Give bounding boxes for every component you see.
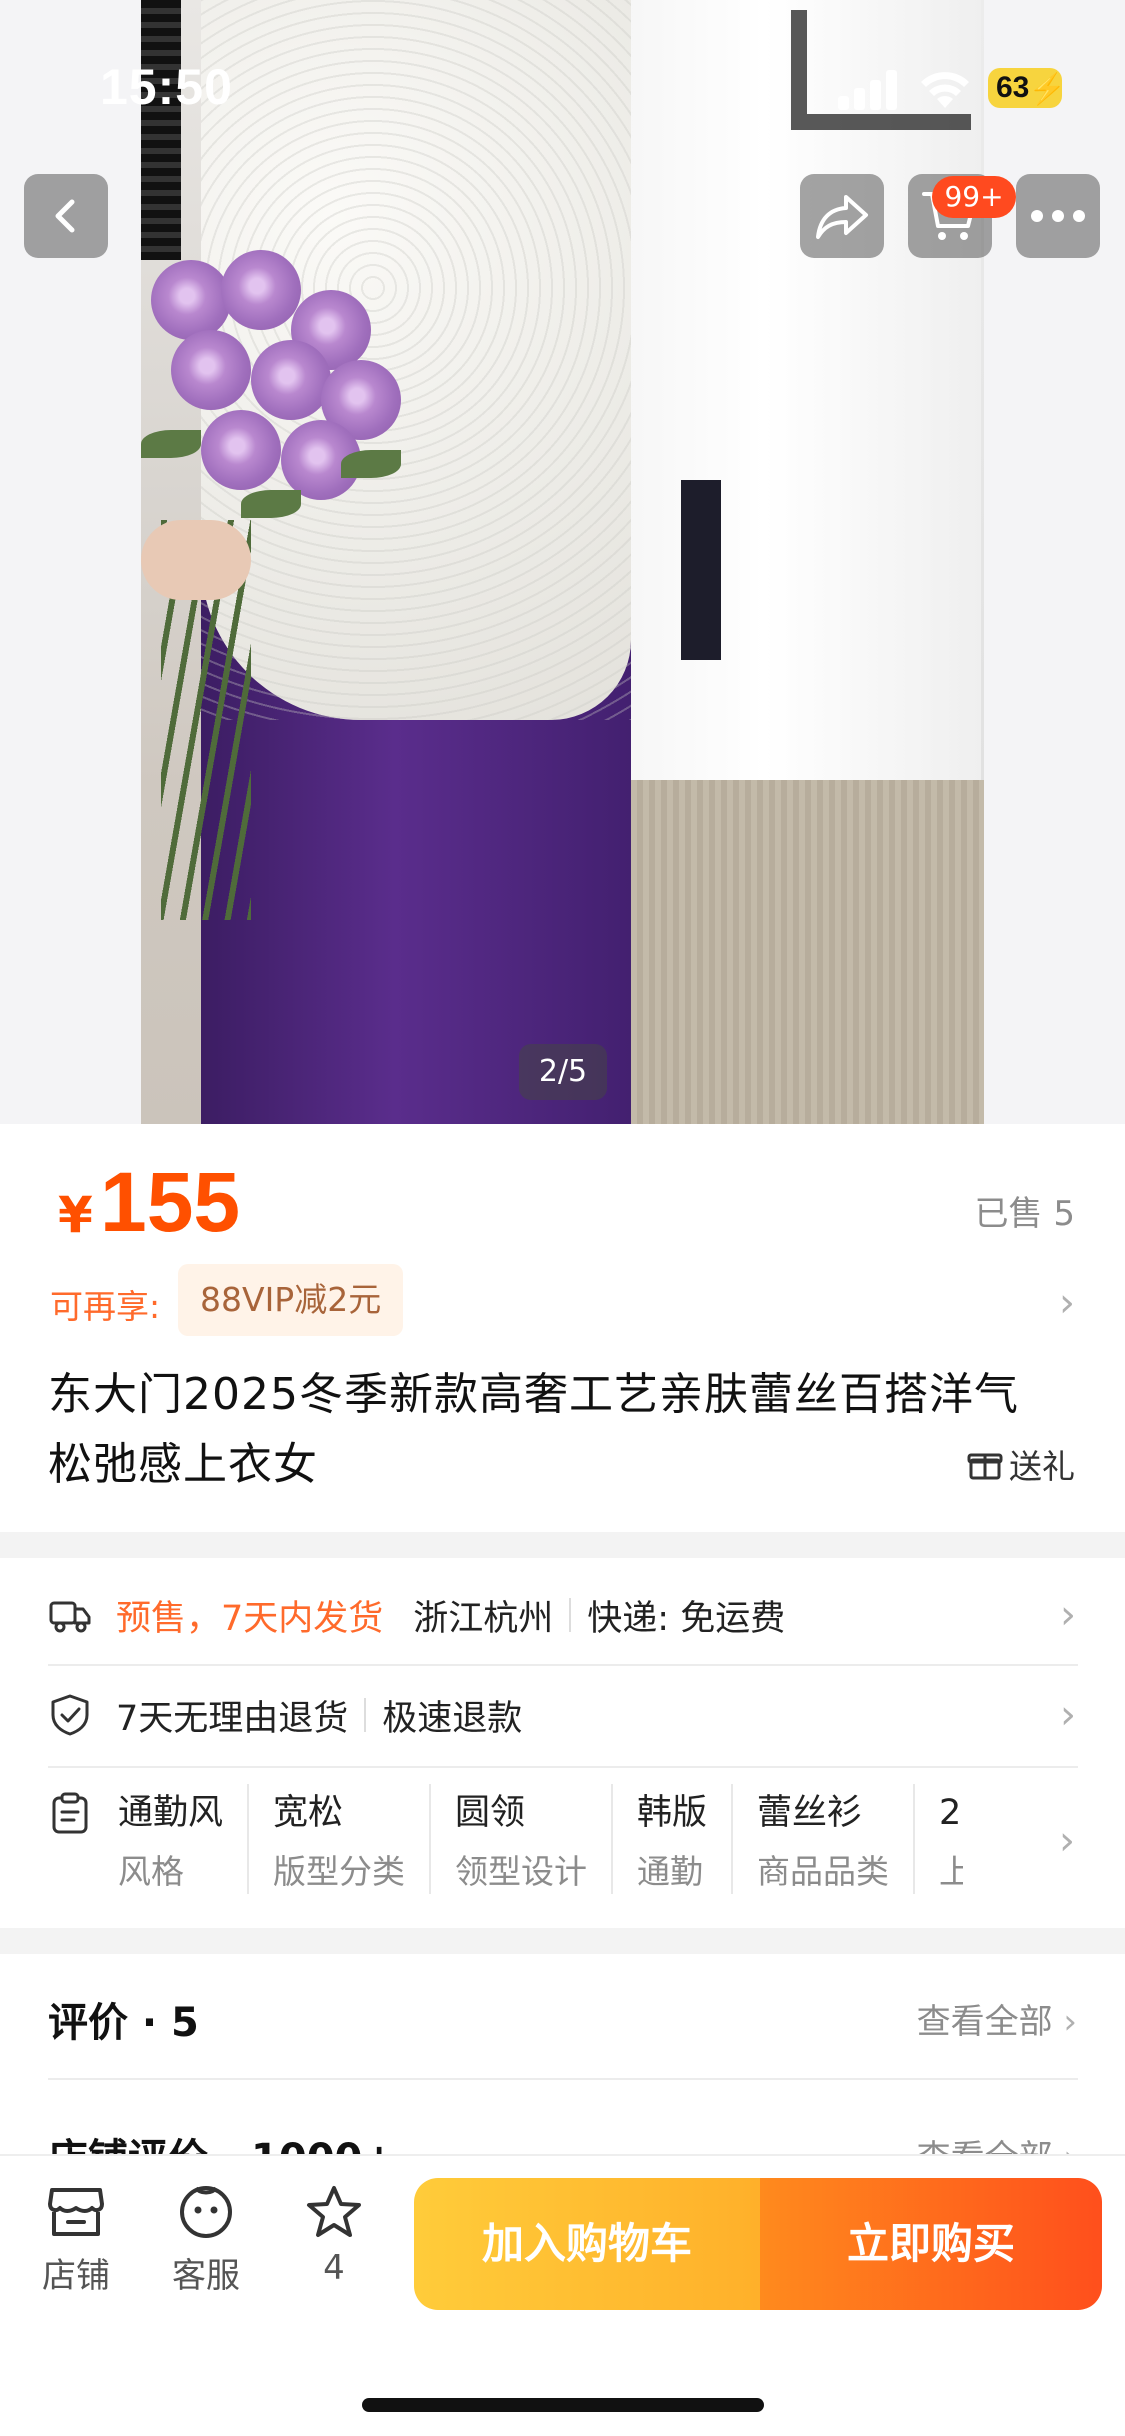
photo-rose-bouquet: [141, 250, 411, 540]
attribute-item: 通勤风 风格: [118, 1784, 250, 1894]
attribute-item: 宽松 版型分类: [273, 1784, 432, 1894]
status-time: 15:50: [100, 59, 233, 115]
battery-indicator: 63 ⚡: [988, 68, 1066, 108]
customer-service-button[interactable]: 客服: [156, 2184, 256, 2297]
product-title: 东大门2025冬季新款高奢工艺亲肤蕾丝百搭洋气松弛感上衣女: [48, 1369, 1019, 1490]
more-dots-icon: [1031, 210, 1085, 222]
attribute-key: 上: [939, 1852, 964, 1891]
attribute-item: 韩版 通勤: [637, 1784, 734, 1894]
add-to-cart-button[interactable]: 加入购物车: [414, 2178, 760, 2310]
store-button[interactable]: 店铺: [26, 2184, 126, 2297]
presale-text: 预售，7天内发货: [116, 1598, 384, 1639]
sold-count: 已售 5: [974, 1194, 1075, 1234]
product-price: 155: [100, 1155, 241, 1249]
favorite-button[interactable]: 4: [284, 2184, 384, 2288]
chevron-right-icon[interactable]: ›: [1059, 1280, 1075, 1326]
product-photo[interactable]: [141, 0, 984, 1124]
chat-face-icon: [180, 2186, 232, 2238]
refund-policy: 极速退款: [382, 1698, 523, 1739]
gift-icon: [967, 1453, 1003, 1480]
attribute-value: 圆领: [455, 1793, 526, 1833]
cart-count-badge: 99+: [932, 176, 1016, 218]
photo-clothing-rack: [621, 0, 981, 900]
shield-check-icon: [51, 1694, 89, 1736]
reviews-card: [0, 1954, 1125, 2154]
attribute-key: 版型分类: [273, 1852, 406, 1891]
charging-bolt-icon: ⚡: [1028, 73, 1066, 106]
attribute-key: 风格: [118, 1852, 184, 1891]
store-label: 店铺: [42, 2256, 110, 2296]
attribute-key: 商品品类: [757, 1852, 890, 1891]
chevron-right-icon[interactable]: ›: [1059, 1818, 1075, 1864]
service-row[interactable]: 7天无理由退货 极速退款 ›: [48, 1690, 1076, 1740]
gift-button[interactable]: 送礼: [967, 1440, 1075, 1488]
service-label: 客服: [172, 2256, 240, 2296]
view-all-reviews-link[interactable]: 查看全部 ›: [917, 1994, 1077, 2043]
ship-location: 浙江杭州: [413, 1598, 554, 1639]
delivery-fee: 快递: 免运费: [587, 1598, 786, 1639]
chevron-right-icon: ›: [1060, 1592, 1076, 1638]
attribute-value: 2: [939, 1793, 962, 1833]
store-icon: [48, 2188, 104, 2236]
divider: [569, 1598, 572, 1632]
chevron-right-icon: ›: [1060, 1692, 1076, 1738]
share-icon: [816, 195, 868, 239]
product-attributes[interactable]: 通勤风 风格 宽松 版型分类 圆领 领型设计 韩版 通勤 蕾丝衫 商品品类 2 …: [118, 1784, 987, 1894]
delivery-truck-icon: [49, 1601, 91, 1633]
vip-label: 可再享:: [50, 1287, 161, 1326]
vip-discount-chip[interactable]: 88VIP减2元: [178, 1264, 404, 1336]
attribute-item: 蕾丝衫 商品品类: [757, 1784, 916, 1894]
status-bar: 15:50 63 ⚡: [0, 0, 1125, 132]
divider: [48, 2078, 1078, 2080]
home-indicator[interactable]: [362, 2398, 764, 2412]
attribute-key: 通勤: [637, 1852, 704, 1891]
view-all-label: 查看全部: [916, 2002, 1053, 2042]
chevron-left-icon: [55, 199, 75, 233]
photo-dark-garment: [681, 480, 721, 660]
currency-symbol: ¥: [58, 1186, 93, 1244]
divider: [48, 1766, 1078, 1768]
back-button[interactable]: [24, 174, 108, 258]
chevron-right-icon: ›: [1063, 2002, 1077, 2042]
attribute-value: 蕾丝衫: [757, 1793, 863, 1833]
favorite-count: 4: [323, 2248, 345, 2288]
buy-now-button[interactable]: 立即购买: [760, 2178, 1102, 2310]
attribute-value: 宽松: [273, 1793, 344, 1833]
attribute-value: 韩版: [637, 1793, 708, 1833]
gift-label: 送礼: [1009, 1447, 1075, 1486]
more-button[interactable]: [1016, 174, 1100, 258]
attribute-value: 通勤风: [118, 1793, 224, 1833]
attribute-key: 领型设计: [455, 1852, 588, 1891]
cellular-signal-icon: [838, 70, 900, 110]
star-icon: [307, 2186, 361, 2237]
clipboard-icon: [52, 1792, 88, 1834]
wifi-icon: [921, 72, 969, 108]
divider: [364, 1698, 367, 1732]
reviews-title: 评价 · 5: [48, 2000, 199, 2046]
product-image-gallery[interactable]: [0, 0, 1125, 1124]
shipping-row[interactable]: 预售，7天内发货 浙江杭州 快递: 免运费 ›: [48, 1590, 1076, 1640]
attribute-item: 2 上: [939, 1784, 963, 1894]
attribute-item: 圆领 领型设计: [455, 1784, 614, 1894]
divider: [48, 1664, 1078, 1666]
image-pager: 2/5: [519, 1044, 607, 1100]
return-policy: 7天无理由退货: [116, 1698, 349, 1739]
share-button[interactable]: [800, 174, 884, 258]
battery-level: 63: [996, 71, 1030, 104]
